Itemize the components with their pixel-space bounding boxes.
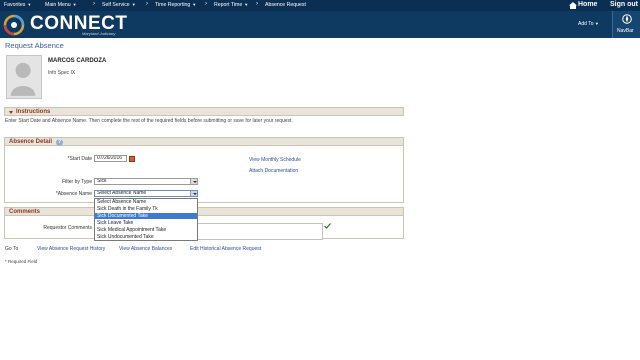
top-menu-bar: Favorites ▼ Main Menu ▼ › Self Service ▼ › … (0, 0, 640, 11)
absence-name-label: *Absence Name (55, 191, 92, 197)
spell-check-icon[interactable] (324, 223, 331, 229)
report-time-menu[interactable]: Report Time ▼ (214, 2, 248, 8)
comments-header: Comments (4, 207, 404, 216)
dropdown-option[interactable]: Sick Death in the Family Tk (95, 206, 197, 212)
main-menu-label: Main Menu (45, 2, 71, 8)
brand-subtitle: Maryland Judiciary (82, 31, 116, 36)
absence-detail-header: Absence Detail ? (4, 137, 404, 146)
comments-title: Comments (9, 209, 41, 215)
connect-logo-icon (3, 14, 25, 36)
absence-name-select[interactable]: Select Absence Name (94, 190, 198, 197)
requestor-comments-label: Requestor Comments (43, 225, 92, 231)
chevron-down-icon: ▼ (244, 2, 249, 7)
navbar-label: NavBar (617, 28, 634, 34)
chevron-down-icon: ▼ (72, 2, 77, 7)
view-absence-balances-link[interactable]: View Absence Balances (119, 246, 172, 252)
compass-icon (622, 14, 632, 24)
employee-name: MARCOS CARDOZA (48, 58, 107, 64)
help-icon[interactable]: ? (56, 139, 63, 146)
main-menu[interactable]: Main Menu ▼ (45, 2, 77, 8)
home-icon[interactable] (569, 2, 577, 9)
sign-out-link[interactable]: Sign out (610, 1, 638, 8)
chevron-down-icon: ▼ (594, 21, 599, 26)
add-to-label: Add To (578, 21, 594, 27)
view-absence-request-history-link[interactable]: View Absence Request History (37, 246, 105, 252)
report-time-label: Report Time (214, 2, 243, 8)
time-reporting-menu[interactable]: Time Reporting ▼ (155, 2, 196, 8)
absence-request-breadcrumb[interactable]: Absence Request (265, 2, 306, 8)
filter-by-type-label: Filter by Type (62, 179, 92, 185)
chevron-down-icon (190, 179, 197, 184)
absence-detail-title: Absence Detail (9, 139, 53, 145)
goto-bar: Go To (5, 246, 18, 252)
dropdown-option-highlighted[interactable]: Sick Documented Take (95, 213, 197, 219)
dropdown-option[interactable]: Sick Leave Take (95, 220, 197, 226)
avatar-icon (10, 62, 36, 96)
favorites-menu[interactable]: Favorites ▼ (4, 2, 31, 8)
self-service-menu[interactable]: Self Service ▼ (102, 2, 136, 8)
chevron-down-icon: ▼ (131, 2, 136, 7)
employee-job-title: Info Spec IX (48, 70, 76, 76)
employee-photo (6, 55, 42, 99)
start-date-input[interactable]: 07/26/2016 (94, 155, 127, 162)
absence-name-dropdown-list: Select Absence Name Sick Death in the Fa… (94, 198, 198, 241)
filter-by-type-select[interactable]: Sick (94, 178, 198, 185)
favorites-label: Favorites (4, 2, 26, 8)
breadcrumb-separator: › (146, 1, 148, 7)
view-monthly-schedule-link[interactable]: View Monthly Schedule (249, 157, 301, 163)
breadcrumb-separator: › (93, 1, 95, 7)
chevron-down-icon: ▼ (27, 2, 32, 7)
home-link[interactable]: Home (578, 1, 597, 8)
attach-documentation-link[interactable]: Attach Documentation (249, 168, 298, 174)
edit-historical-absence-request-link[interactable]: Edit Historical Absence Request (190, 246, 261, 252)
page-title: Request Absence (5, 41, 64, 50)
dropdown-option[interactable]: Sick Undocumented Take (95, 234, 197, 240)
add-to-menu[interactable]: Add To ▼ (578, 21, 599, 27)
self-service-label: Self Service (102, 2, 130, 8)
time-reporting-label: Time Reporting (155, 2, 191, 8)
calendar-icon[interactable] (129, 156, 135, 162)
navbar-button[interactable]: NavBar (612, 11, 640, 38)
absence-name-value: Select Absence Name (97, 190, 147, 196)
chevron-down-icon (190, 191, 197, 196)
goto-label: Go To (5, 246, 19, 252)
instructions-text: Enter Start Date and Absence Name. Then … (5, 118, 293, 124)
instructions-header[interactable]: Instructions (4, 107, 404, 116)
filter-by-type-value: Sick (97, 178, 107, 184)
chevron-down-icon: ▼ (192, 2, 197, 7)
required-field-note: * Required Field (5, 259, 38, 264)
dropdown-option[interactable]: Select Absence Name (95, 199, 197, 205)
breadcrumb-separator: › (256, 1, 258, 7)
dropdown-option[interactable]: Sick Medical Appointment Take (95, 227, 197, 233)
instructions-title: Instructions (16, 109, 51, 115)
start-date-label: *Start Date (67, 156, 92, 162)
breadcrumb-separator: › (205, 1, 207, 7)
collapse-triangle-icon (9, 111, 13, 114)
